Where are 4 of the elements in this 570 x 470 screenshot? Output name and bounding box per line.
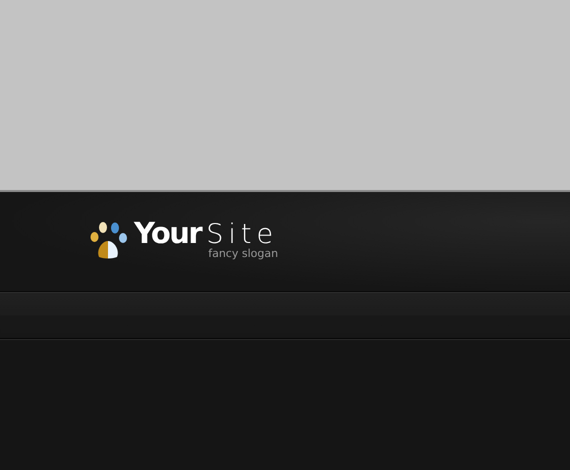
- logo-word: Your: [134, 218, 202, 248]
- paw-icon: [90, 222, 128, 260]
- logo-word: Site: [206, 220, 278, 248]
- slogan: fancy slogan: [208, 248, 278, 260]
